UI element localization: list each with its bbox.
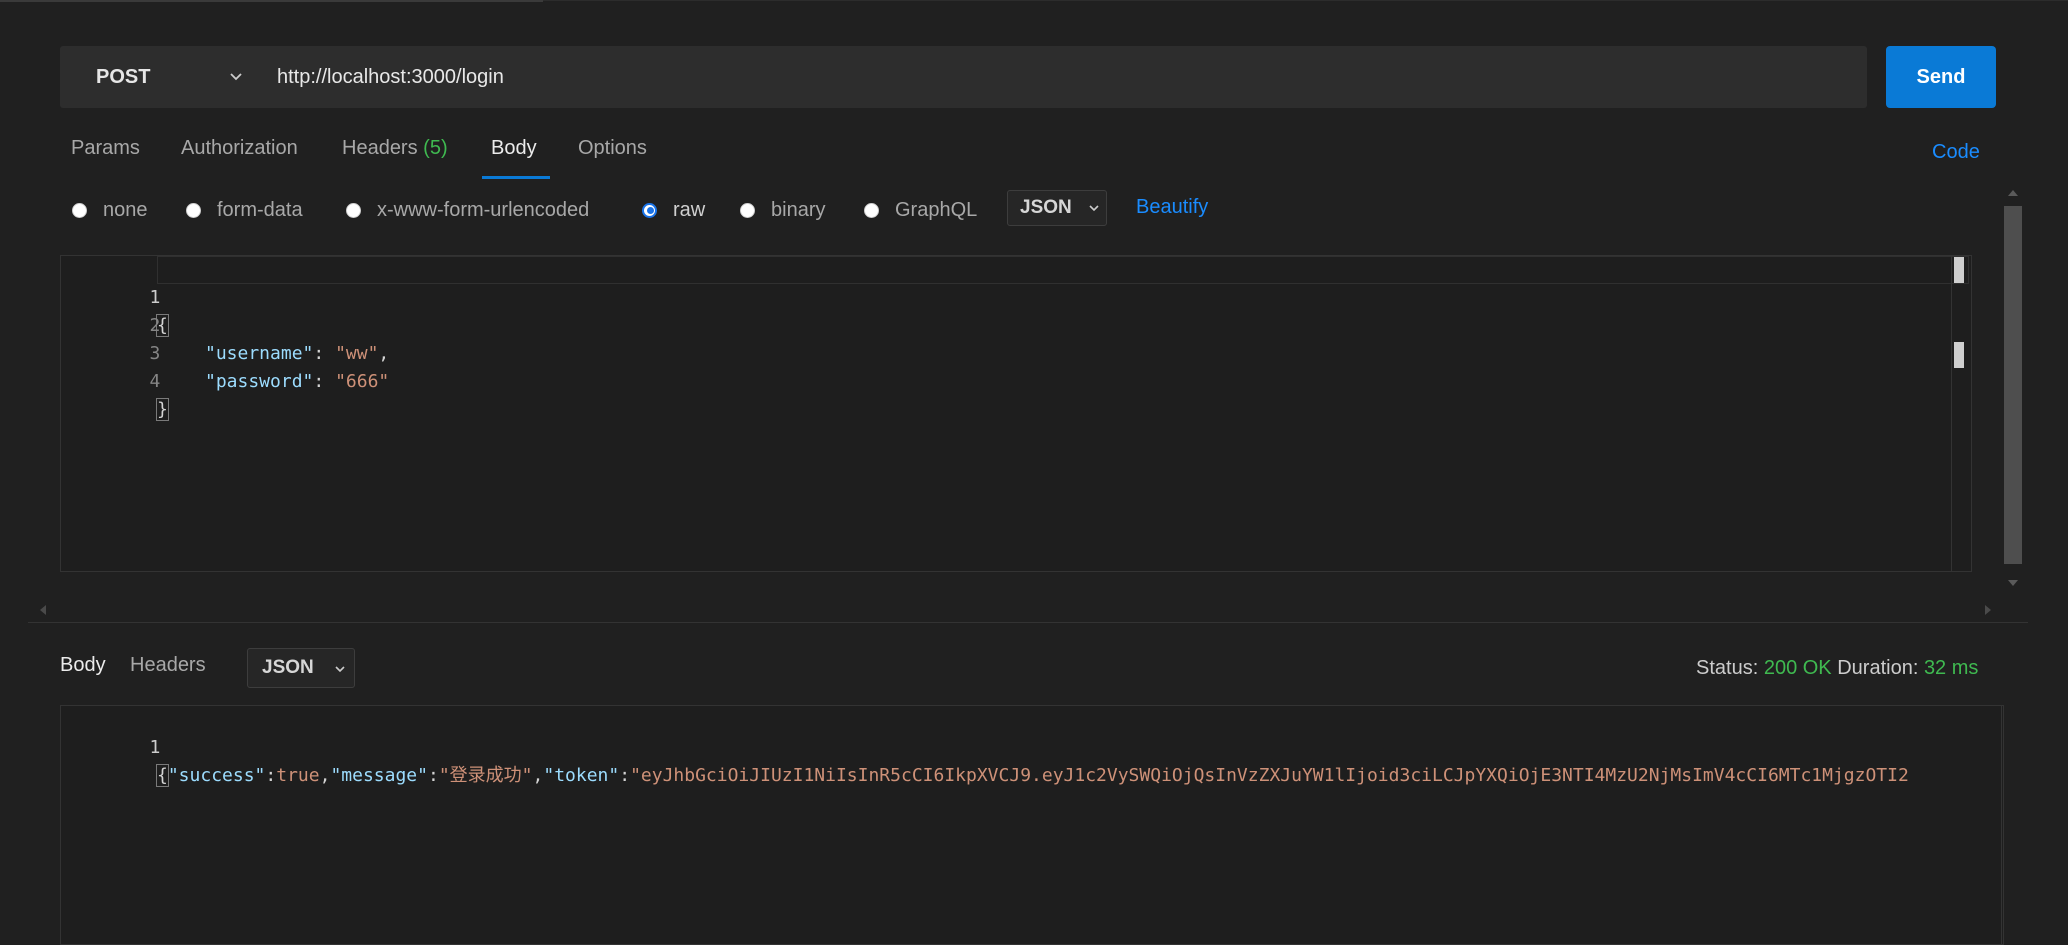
json-colon: : — [619, 765, 631, 786]
json-colon: : — [427, 765, 439, 786]
scroll-up-arrow-icon[interactable] — [2008, 190, 2018, 196]
line-text: "password": "666" — [205, 368, 389, 396]
radio-button[interactable] — [186, 202, 201, 218]
line-number: 2 — [149, 315, 161, 336]
radio-label: x-www-form-urlencoded — [377, 198, 590, 221]
body-format-select[interactable]: JSON — [1007, 190, 1107, 226]
vertical-scrollbar-thumb[interactable] — [2004, 206, 2022, 564]
radio-binary[interactable]: binary — [740, 196, 825, 224]
duration-value: 32 ms — [1923, 657, 1979, 679]
tab-headers-label: Headers — [342, 137, 418, 159]
radio-label: raw — [673, 198, 706, 221]
radio-label: form-data — [217, 198, 303, 221]
response-tab-body[interactable]: Body — [60, 654, 106, 677]
line-text: } — [156, 396, 169, 424]
line-number: 1 — [149, 287, 161, 308]
request-body-editor[interactable]: 1 { 2 "username": "ww", 3 "password": "6… — [60, 255, 1972, 572]
line-number: 3 — [149, 343, 161, 364]
radio-urlencoded[interactable]: x-www-form-urlencoded — [346, 196, 589, 224]
json-string: "ww" — [335, 343, 379, 364]
scroll-left-arrow-icon[interactable] — [40, 605, 46, 615]
line-number: 1 — [149, 737, 161, 758]
response-format-label: JSON — [262, 657, 314, 678]
active-request-tab-indicator — [0, 0, 543, 2]
json-colon: : — [265, 765, 277, 786]
json-key: "password" — [205, 371, 314, 392]
json-colon: : — [313, 371, 336, 392]
current-line-highlight — [157, 256, 1969, 284]
tab-options[interactable]: Options — [578, 134, 647, 178]
radio-none[interactable]: none — [72, 196, 148, 224]
chevron-down-icon — [1089, 205, 1099, 212]
overview-ruler-border — [2001, 706, 2002, 944]
tab-authorization[interactable]: Authorization — [181, 134, 298, 178]
duration-label: Duration: — [1837, 657, 1919, 679]
editor-line: 4 } — [61, 340, 169, 421]
response-line: 1 {"success":true,"message":"登录成功","toke… — [61, 706, 1909, 787]
json-string: "666" — [335, 371, 390, 392]
json-comma: , — [532, 765, 544, 786]
body-format-label: JSON — [1020, 197, 1072, 218]
json-key: "success" — [167, 765, 266, 786]
overview-ruler-marker — [1954, 342, 1964, 368]
editor-line: 3 "password": "666" — [61, 312, 390, 392]
headers-count-badge: (5) — [423, 137, 448, 159]
scroll-down-arrow-icon[interactable] — [2008, 580, 2018, 586]
json-key: "message" — [330, 765, 428, 786]
response-tab-headers[interactable]: Headers — [130, 654, 206, 677]
beautify-link[interactable]: Beautify — [1136, 196, 1208, 219]
editor-line: 1 { — [61, 256, 169, 337]
request-url-bar: POST http://localhost:3000/login — [60, 46, 1867, 108]
radio-graphql[interactable]: GraphQL — [864, 196, 977, 224]
radio-form-data[interactable]: form-data — [186, 196, 303, 224]
bracket-open: { — [156, 764, 169, 787]
radio-label: none — [103, 198, 148, 221]
json-comma: , — [378, 343, 390, 364]
pane-divider[interactable] — [28, 622, 2028, 623]
response-status: Status: 200 OK Duration: 32 ms — [1696, 657, 1978, 680]
tab-body[interactable]: Body — [491, 134, 537, 178]
method-select[interactable]: POST — [96, 46, 150, 108]
response-body-viewer[interactable]: 1 {"success":true,"message":"登录成功","toke… — [60, 705, 2004, 945]
status-label: Status: — [1696, 657, 1759, 679]
json-boolean: true — [276, 765, 320, 786]
tab-headers[interactable]: Headers (5) — [342, 134, 448, 178]
active-tab-underline — [482, 176, 550, 179]
status-value: 200 OK — [1763, 657, 1832, 679]
json-key: "username" — [205, 343, 314, 364]
json-key: "token" — [543, 765, 620, 786]
radio-button[interactable] — [72, 202, 87, 218]
radio-raw[interactable]: raw — [642, 196, 705, 224]
json-comma: , — [319, 765, 331, 786]
line-text: "username": "ww", — [205, 340, 389, 368]
radio-label: binary — [771, 198, 826, 221]
line-text: {"success":true,"message":"登录成功","token"… — [156, 762, 1909, 790]
tab-params[interactable]: Params — [71, 134, 140, 178]
overview-ruler-border — [1951, 256, 1952, 571]
url-input[interactable]: http://localhost:3000/login — [277, 46, 504, 108]
radio-button[interactable] — [740, 202, 755, 218]
code-link[interactable]: Code — [1932, 141, 1980, 164]
editor-line: 2 "username": "ww", — [61, 284, 390, 364]
bracket-close: } — [156, 398, 169, 421]
send-button[interactable]: Send — [1886, 46, 1996, 108]
json-colon: : — [313, 343, 336, 364]
overview-ruler-marker — [1954, 257, 1964, 283]
radio-button[interactable] — [864, 202, 879, 218]
scroll-right-arrow-icon[interactable] — [1985, 605, 1991, 615]
radio-button-checked[interactable] — [642, 202, 657, 218]
radio-button[interactable] — [346, 202, 361, 218]
radio-label: GraphQL — [895, 198, 978, 221]
json-string-token: "eyJhbGciOiJIUzI1NiIsInR5cCI6IkpXVCJ9.ey… — [630, 765, 1909, 786]
line-number: 4 — [149, 371, 161, 392]
json-string: "登录成功" — [438, 765, 533, 786]
chevron-down-icon — [335, 666, 345, 673]
chevron-down-icon[interactable] — [226, 67, 246, 87]
response-format-select[interactable]: JSON — [247, 648, 355, 688]
